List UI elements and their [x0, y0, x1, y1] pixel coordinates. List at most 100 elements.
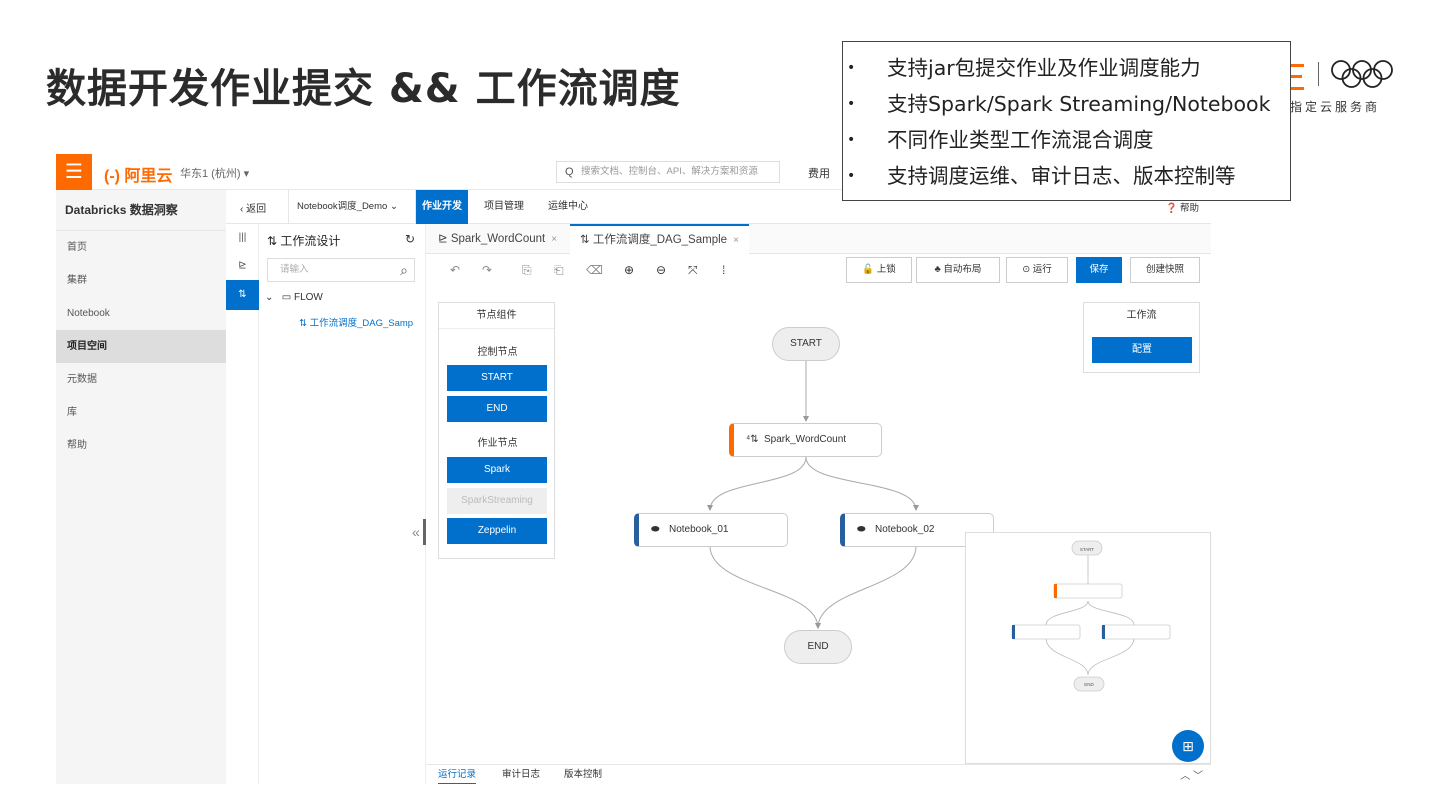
- auto-layout-button[interactable]: ♣ 自动布局: [916, 257, 1000, 283]
- paste-icon[interactable]: ⎗: [554, 263, 564, 278]
- palette-node-start[interactable]: START: [447, 365, 547, 391]
- workflow-tree-panel: ⇅ 工作流设计 ↻ 请输入 ⌕ ⌄ ▭ FLOW ⇅ 工作流调度_DAG_Sam…: [259, 224, 426, 784]
- expand-collapse-icon[interactable]: ︿ ﹀: [1180, 767, 1203, 782]
- layout-icon: ♣: [934, 264, 941, 275]
- search-icon: Q: [565, 166, 574, 178]
- minimap-spark-bar: [1054, 584, 1057, 598]
- actual-size-icon[interactable]: ⁞: [722, 263, 725, 277]
- dag-node-spark-wordcount[interactable]: ⁴⇅ Spark_WordCount: [729, 423, 882, 457]
- olympic-rings-icon: [1331, 60, 1393, 88]
- folder-icon: ▭: [281, 292, 292, 303]
- tree-item-dag-sample[interactable]: ⇅ 工作流调度_DAG_Samp: [299, 315, 413, 329]
- chevron-left-icon: ‹: [240, 204, 244, 215]
- grip-icon[interactable]: |||: [226, 224, 259, 252]
- tab-dag-sample[interactable]: ⇅ 工作流调度_DAG_Sample ×: [570, 224, 749, 254]
- notebook-icon: ⬬: [651, 524, 660, 535]
- create-snapshot-button[interactable]: 创建快照: [1130, 257, 1200, 283]
- run-button[interactable]: ⊙ 运行: [1006, 257, 1068, 283]
- minimap-graph: START END: [1011, 540, 1171, 692]
- lock-icon: 🔓: [862, 264, 875, 275]
- palette-title: 节点组件: [439, 303, 554, 329]
- editor-tabs: ⊵ Spark_WordCount × ⇅ 工作流调度_DAG_Sample ×: [426, 224, 1211, 254]
- palette-node-zeppelin[interactable]: Zeppelin: [447, 518, 547, 544]
- sidebar-item-metadata[interactable]: 元数据: [56, 363, 226, 396]
- palette-group-control: 控制节点: [477, 347, 518, 358]
- close-icon: ×: [733, 235, 739, 246]
- zoom-out-icon[interactable]: ⊖: [656, 263, 666, 277]
- help-link[interactable]: ❓ 帮助: [1166, 200, 1200, 214]
- tab-run-history[interactable]: 运行记录: [438, 765, 477, 784]
- lock-button[interactable]: 🔓 上锁: [846, 257, 912, 283]
- palette-node-sparkstreaming: SparkStreaming: [447, 488, 547, 514]
- minimap[interactable]: START END: [965, 532, 1211, 764]
- tab-audit-log[interactable]: 审计日志: [502, 765, 540, 784]
- spark-file-icon: ⊵: [438, 233, 448, 245]
- sidebar-item-home[interactable]: 首页: [56, 231, 226, 264]
- fee-link[interactable]: 费用: [808, 165, 830, 181]
- feature-callout: • 支持jar包提交作业及作业调度能力 • 支持Spark/Spark Stream…: [842, 41, 1291, 201]
- bottom-panel-tabs: 运行记录 审计日志 版本控制 ︿ ﹀: [426, 764, 1211, 784]
- help-icon: ❓: [1165, 203, 1178, 214]
- nav-tab-ops-center[interactable]: 运维中心: [540, 190, 596, 224]
- palette-node-spark[interactable]: Spark: [447, 457, 547, 483]
- sidebar-item-help[interactable]: 帮助: [56, 429, 226, 462]
- feature-item: • 支持jar包提交作业及作业调度能力: [847, 56, 1201, 80]
- dag-node-start[interactable]: START: [772, 327, 840, 361]
- tab-version-control[interactable]: 版本控制: [564, 765, 602, 784]
- region-selector[interactable]: 华东1 (杭州) ▾: [180, 165, 249, 181]
- product-title: Databricks 数据洞察: [56, 190, 226, 231]
- redo-icon[interactable]: ↷: [482, 263, 492, 277]
- config-button[interactable]: 配置: [1092, 337, 1192, 363]
- sidebar-item-cluster[interactable]: 集群: [56, 264, 226, 297]
- sidebar-item-project-space[interactable]: 项目空间: [56, 330, 226, 363]
- tree-collapse-icon[interactable]: «: [412, 519, 428, 545]
- edge-spark-nb2: [805, 456, 919, 511]
- tree-folder-flow[interactable]: ⌄ ▭ FLOW: [265, 292, 323, 303]
- fit-view-icon[interactable]: ⤧: [688, 263, 698, 278]
- close-icon: ×: [551, 234, 558, 245]
- tree-search-input[interactable]: 请输入 ⌕: [267, 258, 415, 282]
- minimap-nb1-node: [1011, 624, 1081, 640]
- dag-canvas[interactable]: 节点组件 控制节点 START END 作业节点 Spark SparkStre…: [426, 288, 1211, 764]
- palette-node-end[interactable]: END: [447, 396, 547, 422]
- back-button[interactable]: ‹ 返回: [240, 200, 266, 215]
- edge-spark-nb1: [707, 456, 807, 511]
- delete-icon[interactable]: ⌫: [586, 263, 603, 277]
- spark-node-icon: ⁴⇅: [746, 434, 759, 445]
- editor-area: ⊵ Spark_WordCount × ⇅ 工作流调度_DAG_Sample × ↶…: [426, 224, 1211, 784]
- brand-mark: [1290, 64, 1304, 90]
- dag-toolbar: ↶ ↷ ⎘ ⎗ ⌫ ⊕ ⊖ ⤧ ⁞ 🔓 上锁 ♣ 自动布局 ⊙ 运行 保存 创建…: [426, 254, 1211, 288]
- activity-bar: ||| ⊵ ⇅: [226, 224, 259, 784]
- sidebar-item-library[interactable]: 库: [56, 396, 226, 429]
- project-selector[interactable]: Notebook调度_Demo ⌄: [288, 190, 416, 224]
- dag-node-notebook-01[interactable]: ⬬ Notebook_01: [634, 513, 788, 547]
- global-search-input[interactable]: Q 搜索文档、控制台、API、解决方案和资源: [556, 161, 780, 183]
- workflow-icon[interactable]: ⇅: [226, 280, 259, 310]
- menu-icon[interactable]: ☰: [56, 154, 92, 190]
- undo-icon[interactable]: ↶: [450, 263, 460, 277]
- feature-item: • 支持Spark/Spark Streaming/Notebook: [847, 92, 1271, 116]
- play-icon: ⊙: [1022, 264, 1031, 275]
- nav-tab-project-mgmt[interactable]: 项目管理: [476, 190, 532, 224]
- slide-title: 数据开发作业提交 && 工作流调度: [46, 66, 681, 112]
- tree-panel-title: ⇅ 工作流设计: [267, 234, 341, 248]
- editor-icon[interactable]: ⊵: [226, 252, 259, 280]
- refresh-icon[interactable]: ↻: [405, 232, 415, 246]
- tab-spark-wordcount[interactable]: ⊵ Spark_WordCount ×: [438, 224, 557, 254]
- dag-node-end[interactable]: END: [784, 630, 852, 664]
- workflow-panel-title: 工作流: [1126, 310, 1157, 321]
- zoom-in-icon[interactable]: ⊕: [624, 263, 634, 277]
- notebook-icon: ⬬: [857, 524, 866, 535]
- workflow-icon: ⇅: [580, 234, 590, 246]
- sidebar: Databricks 数据洞察 首页 集群 Notebook 项目空间 元数据 …: [56, 190, 226, 784]
- copy-icon[interactable]: ⎘: [522, 263, 532, 278]
- brand-logo: 指定云服务商: [1290, 58, 1400, 118]
- caret-down-icon: ▾: [243, 168, 250, 180]
- save-button[interactable]: 保存: [1076, 257, 1122, 283]
- nav-tab-job-dev[interactable]: 作业开发: [416, 190, 468, 224]
- minimap-nb1-bar: [1012, 625, 1015, 639]
- grid-menu-icon[interactable]: ⊞: [1172, 730, 1204, 762]
- sidebar-item-notebook[interactable]: Notebook: [56, 297, 226, 330]
- aliyun-logo[interactable]: (-) 阿里云: [104, 162, 172, 186]
- minimap-spark-node: [1053, 583, 1123, 599]
